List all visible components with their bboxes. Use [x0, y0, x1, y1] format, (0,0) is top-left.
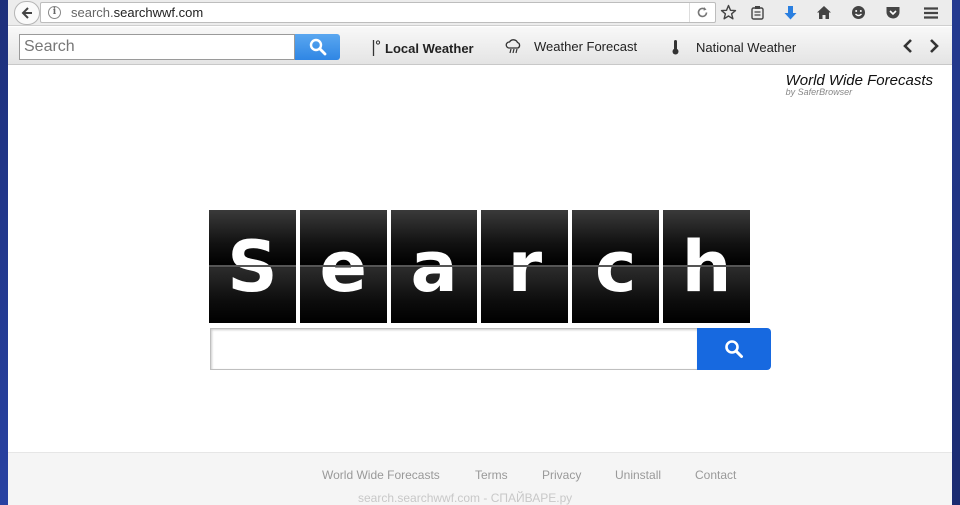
- download-arrow-icon: [784, 5, 796, 19]
- logo-tile: S: [209, 210, 296, 323]
- url-text: search.searchwwf.com: [71, 5, 203, 20]
- downloads-button[interactable]: [779, 2, 801, 23]
- brand-logo[interactable]: World Wide Forecasts by SaferBrowser: [786, 72, 933, 97]
- arrow-left-icon: [21, 7, 32, 19]
- search-logo: S e a r c h: [209, 210, 750, 323]
- toolbar-national-weather-link[interactable]: National Weather: [671, 39, 796, 55]
- hamburger-icon: [924, 6, 938, 19]
- star-icon: [720, 4, 736, 20]
- cloud-rain-icon: [505, 39, 521, 54]
- home-button[interactable]: [813, 2, 835, 23]
- footer-link-privacy[interactable]: Privacy: [542, 468, 581, 482]
- browser-window: i search.searchwwf.com Search Local Weat…: [8, 0, 952, 505]
- back-button[interactable]: [14, 1, 40, 25]
- toolbar-scroll-left-button[interactable]: [900, 38, 916, 54]
- logo-tile: e: [299, 210, 387, 323]
- footer-link-uninstall[interactable]: Uninstall: [615, 468, 661, 482]
- pocket-icon: [886, 7, 900, 19]
- chevron-left-icon: [903, 39, 912, 53]
- logo-tile: a: [390, 210, 478, 323]
- pocket-button[interactable]: [882, 2, 904, 23]
- url-host: searchwwf.com: [113, 5, 204, 20]
- main-search-button[interactable]: [697, 328, 771, 370]
- reload-button[interactable]: [689, 3, 715, 22]
- local-weather-label: Local Weather: [385, 40, 474, 56]
- url-bar[interactable]: i search.searchwwf.com: [40, 2, 716, 23]
- toolbar-search-input[interactable]: [19, 34, 295, 60]
- main-search-input[interactable]: [210, 328, 697, 370]
- weather-forecast-label: Weather Forecast: [534, 39, 638, 54]
- toolbar-scroll-right-button[interactable]: [926, 38, 942, 54]
- footer-link-wwf[interactable]: World Wide Forecasts: [322, 468, 440, 482]
- weather-toolbar: Local Weather Weather Forecast National …: [8, 27, 952, 65]
- page-footer: World Wide Forecasts Terms Privacy Unins…: [8, 452, 952, 505]
- clipboard-icon: [750, 6, 764, 20]
- search-icon: [309, 38, 326, 56]
- footer-link-contact[interactable]: Contact: [695, 468, 736, 482]
- reload-icon: [697, 7, 708, 18]
- footer-link-terms[interactable]: Terms: [475, 468, 508, 482]
- chevron-right-icon: [930, 39, 939, 53]
- toolbar-weather-forecast-link[interactable]: Weather Forecast: [505, 39, 637, 54]
- logo-tile: r: [481, 210, 569, 323]
- logo-tile: c: [572, 210, 660, 323]
- menu-button[interactable]: [920, 2, 942, 23]
- watermark-text: search.searchwwf.com - СПАЙВАРЕ.ру: [358, 491, 573, 505]
- navigation-bar: i search.searchwwf.com: [8, 0, 952, 26]
- smiley-icon: [851, 6, 865, 19]
- national-weather-label: National Weather: [696, 39, 797, 55]
- toolbar-search-button[interactable]: [295, 34, 340, 60]
- logo-tile: h: [663, 210, 750, 323]
- search-icon: [725, 340, 743, 358]
- url-prefix: search.: [71, 5, 114, 20]
- info-icon[interactable]: i: [48, 6, 61, 19]
- emoji-button[interactable]: [847, 2, 869, 23]
- reading-list-button[interactable]: [746, 2, 768, 23]
- bookmark-star-button[interactable]: [717, 2, 739, 23]
- thermometer-icon: [672, 40, 679, 55]
- home-icon: [817, 6, 831, 19]
- toolbar-local-weather-link[interactable]: Local Weather: [372, 39, 474, 57]
- thermometer-degree-icon: [372, 40, 381, 56]
